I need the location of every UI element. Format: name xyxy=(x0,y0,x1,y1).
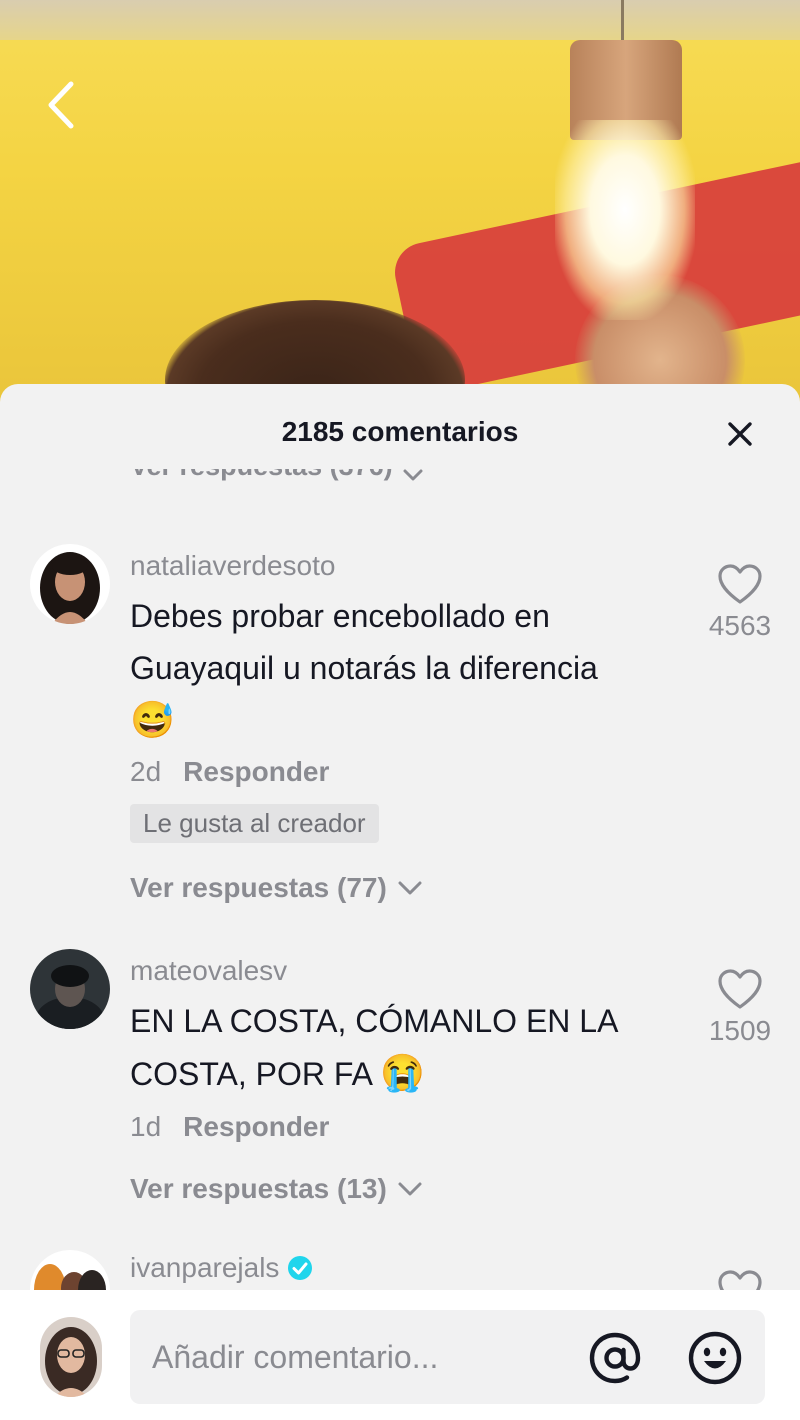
avatar-image xyxy=(40,1317,102,1397)
comment-text: Debes probar encebollado en Guayaquil u … xyxy=(130,598,598,740)
comment-time: 2d xyxy=(130,756,162,787)
view-replies-button[interactable]: Ver respuestas (13) xyxy=(130,1173,423,1205)
mention-button[interactable] xyxy=(585,1330,645,1386)
comments-sheet: 2185 comentarios Ver respuestas (376) xyxy=(0,384,800,1420)
verified-badge-icon xyxy=(288,1256,313,1280)
heart-icon xyxy=(718,969,762,1009)
chevron-down-icon xyxy=(398,1182,422,1196)
comment-input[interactable] xyxy=(152,1310,582,1404)
like-count: 1509 xyxy=(708,1015,772,1046)
close-button[interactable] xyxy=(718,412,762,456)
like-button[interactable] xyxy=(690,1268,790,1290)
comment-input-bar xyxy=(0,1290,800,1420)
comment-text: EN LA COSTA, CÓMANLO EN LA COSTA, POR FA… xyxy=(130,1003,617,1093)
smiley-icon xyxy=(688,1331,742,1385)
my-avatar xyxy=(40,1317,102,1397)
chevron-left-icon xyxy=(48,81,74,129)
view-replies-previous[interactable]: Ver respuestas (376) xyxy=(130,469,423,499)
comment-item: ivanparejals xyxy=(0,1250,800,1290)
avatar[interactable] xyxy=(30,949,110,1029)
comment-time: 1d xyxy=(130,1111,162,1142)
video-ceiling xyxy=(0,0,800,40)
comments-count-title: 2185 comentarios xyxy=(281,416,519,447)
comment-item: mateovalesv EN LA COSTA, CÓMANLO EN LA C… xyxy=(0,949,800,1219)
liked-by-creator-badge: Le gusta al creador xyxy=(130,804,379,843)
heart-icon xyxy=(718,564,762,604)
like-count: 4563 xyxy=(708,610,772,641)
comment-meta: 2d Responder xyxy=(130,756,329,788)
avatar[interactable] xyxy=(30,544,110,624)
avatar-image xyxy=(30,949,110,1029)
crying-emoji: 😭 xyxy=(380,1052,425,1093)
close-icon xyxy=(728,422,752,446)
back-button[interactable] xyxy=(30,75,90,135)
like-button[interactable]: 4563 xyxy=(690,562,790,642)
avatar-image xyxy=(30,1250,110,1290)
sweat-smile-emoji: 😅 xyxy=(130,699,175,740)
emoji-button[interactable] xyxy=(685,1330,745,1386)
view-replies-previous-label: Ver respuestas (376) xyxy=(130,469,393,482)
view-replies-button[interactable]: Ver respuestas (77) xyxy=(130,872,423,904)
avatar-image xyxy=(30,544,110,624)
comment-username[interactable]: ivanparejals xyxy=(130,1252,313,1284)
comment-input-box xyxy=(130,1310,765,1404)
video-lamp-bulb xyxy=(555,120,695,320)
avatar[interactable] xyxy=(30,1250,110,1290)
heart-icon xyxy=(718,1270,762,1290)
comment-meta: 1d Responder xyxy=(130,1111,329,1143)
like-button[interactable]: 1509 xyxy=(690,967,790,1047)
reply-button[interactable]: Responder xyxy=(183,1111,329,1143)
chevron-down-icon xyxy=(398,881,422,895)
comment-username[interactable]: mateovalesv xyxy=(130,955,287,987)
reply-button[interactable]: Responder xyxy=(183,756,329,788)
comment-item: nataliaverdesoto Debes probar encebollad… xyxy=(0,544,800,914)
video-background xyxy=(0,0,800,420)
comment-username[interactable]: nataliaverdesoto xyxy=(130,550,335,582)
at-sign-icon xyxy=(589,1332,641,1384)
chevron-down-icon xyxy=(403,469,423,481)
